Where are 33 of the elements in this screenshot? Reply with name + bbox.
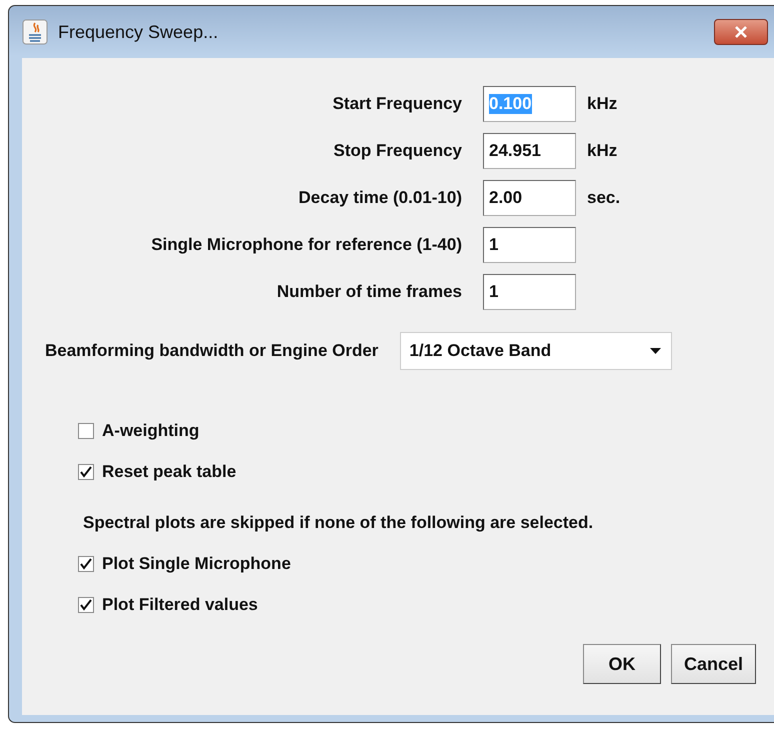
window-title: Frequency Sweep... — [58, 22, 220, 42]
unit-label: kHz — [587, 94, 618, 114]
checkbox[interactable] — [78, 464, 94, 480]
close-icon — [734, 26, 748, 38]
checkbox-label: Plot Single Microphone — [102, 554, 291, 574]
checkbox[interactable] — [78, 423, 94, 439]
app-icon — [22, 19, 48, 45]
check-icon — [80, 558, 92, 570]
field-label: Number of time frames — [276, 282, 462, 302]
note-text: Spectral plots are skipped if none of the following are selected. — [83, 513, 594, 533]
dropdown-label: Beamforming bandwidth or Engine Order — [45, 341, 378, 361]
input-field[interactable]: 1 — [483, 274, 576, 310]
unit-label: kHz — [587, 141, 618, 161]
checkbox[interactable] — [78, 597, 94, 613]
check-icon — [80, 466, 92, 478]
checkbox-label: A-weighting — [102, 421, 200, 441]
dropdown[interactable]: 1/12 Octave Band — [400, 332, 672, 370]
input-field[interactable]: 1 — [483, 227, 576, 263]
caret-icon — [650, 348, 662, 354]
checkbox-label: Plot Filtered values — [102, 595, 258, 615]
ok-button[interactable]: OK — [582, 644, 661, 684]
field-label: Stop Frequency — [332, 141, 462, 161]
close-button[interactable] — [714, 19, 768, 45]
checkbox-label: Reset peak table — [102, 462, 236, 482]
field-label: Start Frequency — [332, 94, 462, 114]
input-field[interactable]: 2.00 — [483, 180, 576, 216]
cancel-button[interactable]: Cancel — [670, 644, 756, 684]
checkbox[interactable] — [78, 556, 94, 572]
check-icon — [80, 599, 92, 611]
unit-label: sec. — [587, 188, 622, 208]
field-label: Single Microphone for reference (1-40) — [150, 235, 462, 255]
field-label: Decay time (0.01-10) — [298, 188, 462, 208]
input-field[interactable]: 24.951 — [483, 133, 576, 169]
